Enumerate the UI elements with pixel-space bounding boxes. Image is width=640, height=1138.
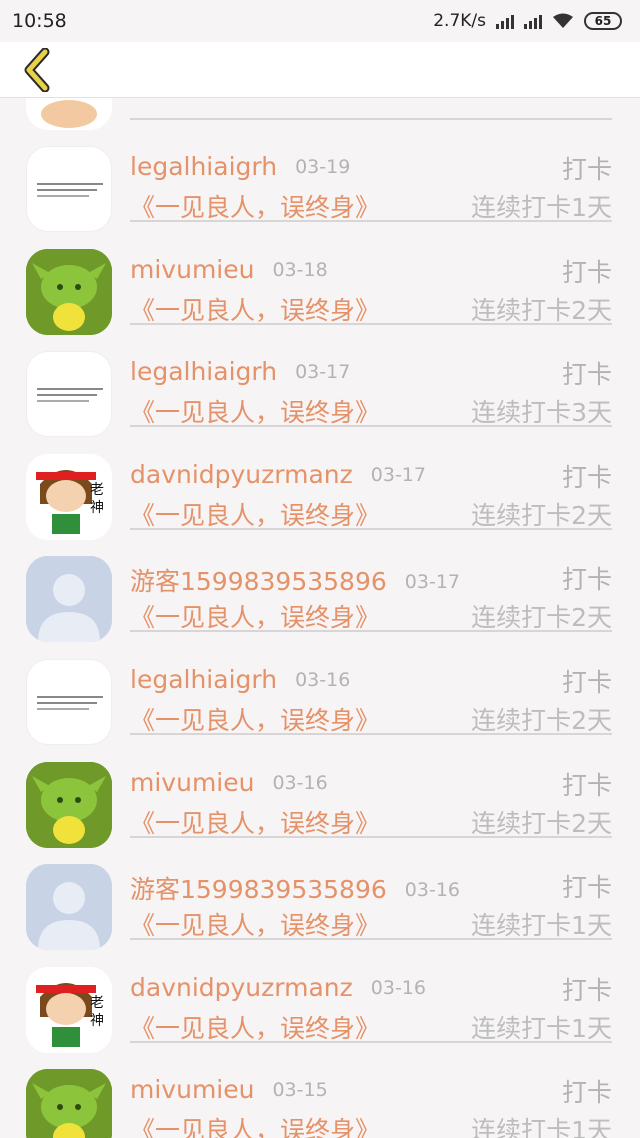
list-item[interactable]: mivumieu 03-15 打卡 《一见良人，误终身》 连续打卡1天 <box>0 1043 640 1138</box>
book-title[interactable]: 《一见良人，误终身》 <box>130 496 380 532</box>
list-item[interactable]: legalhiaigrh 03-16 打卡 《一见良人，误终身》 连续打卡2天 <box>0 633 640 745</box>
checkin-action-label: 打卡 <box>561 360 612 390</box>
checkin-date: 03-17 <box>370 463 426 486</box>
username[interactable]: davnidpyuzrmanz <box>130 973 353 1002</box>
checkin-date: 03-15 <box>272 1079 328 1102</box>
checkin-date: 03-19 <box>295 156 351 178</box>
list-item-content: 游客1599839535896 03-16 打卡 《一见良人，误终身》 连续打卡1… <box>130 854 612 942</box>
checkin-action-label: 打卡 <box>561 462 612 492</box>
streak-label: 连续打卡2天 <box>471 808 612 838</box>
checkin-action-label: 打卡 <box>561 975 612 1005</box>
status-time: 10:58 <box>12 10 67 32</box>
avatar[interactable] <box>26 248 112 335</box>
list-item[interactable]: 游客1599839535896 03-17 打卡 《一见良人，误终身》 连续打卡2… <box>0 530 640 643</box>
book-title[interactable]: 《一见良人，误终身》 <box>130 804 380 840</box>
svg-text:神: 神 <box>90 1013 104 1029</box>
list-item-content: davnidpyuzrmanz 03-17 打卡 《一见良人，误终身》 连续打卡2… <box>130 444 612 530</box>
streak-label: 连续打卡1天 <box>471 193 612 222</box>
list-item-content: legalhiaigrh 03-16 打卡 《一见良人，误终身》 连续打卡2天 <box>130 649 612 735</box>
battery-icon: 65 <box>584 12 622 30</box>
wifi-icon <box>552 13 574 29</box>
list-item-content: mivumieu 03-18 打卡 《一见良人，误终身》 连续打卡2天 <box>130 239 612 325</box>
username[interactable]: davnidpyuzrmanz <box>130 460 353 489</box>
book-title[interactable]: 《一见良人，误终身》 <box>130 188 380 224</box>
book-title[interactable]: 《一见良人，误终身》 <box>130 1009 380 1045</box>
checkin-date: 03-16 <box>404 879 460 902</box>
avatar[interactable] <box>26 761 112 848</box>
streak-label: 连续打卡1天 <box>471 911 612 941</box>
list-item-content: 游客1599839535896 03-17 打卡 《一见良人，误终身》 连续打卡2… <box>130 546 612 634</box>
username[interactable]: 游客1599839535896 <box>130 567 387 596</box>
list-item[interactable]: 游客1599839535896 03-16 打卡 《一见良人，误终身》 连续打卡1… <box>0 838 640 951</box>
streak-label: 连续打卡2天 <box>471 603 612 633</box>
checkin-date: 03-17 <box>404 571 460 594</box>
checkin-date: 03-16 <box>295 669 351 691</box>
username[interactable]: mivumieu <box>130 255 254 284</box>
streak-label: 连续打卡1天 <box>471 1013 612 1043</box>
list-item[interactable]: legalhiaigrh 03-19 打卡 《一见良人，误终身》 连续打卡1天 <box>0 120 640 232</box>
status-icons: 2.7K/s 65 <box>433 11 622 31</box>
streak-label: 连续打卡3天 <box>471 398 612 428</box>
username[interactable]: legalhiaigrh <box>130 357 277 386</box>
chevron-left-icon <box>24 48 50 92</box>
checkin-action-label: 打卡 <box>561 1078 612 1108</box>
avatar[interactable] <box>26 146 112 232</box>
streak-label: 连续打卡2天 <box>471 500 612 530</box>
avatar[interactable] <box>26 351 112 438</box>
checkin-date: 03-17 <box>295 361 351 384</box>
checkin-date: 03-16 <box>370 976 426 999</box>
streak-label: 连续打卡2天 <box>471 706 612 735</box>
list-item-content: legalhiaigrh 03-17 打卡 《一见良人，误终身》 连续打卡3天 <box>130 341 612 429</box>
list-item[interactable]: mivumieu 03-18 打卡 《一见良人，误终身》 连续打卡2天 <box>0 223 640 335</box>
list-item[interactable]: mivumieu 03-16 打卡 《一见良人，误终身》 连续打卡2天 <box>0 736 640 848</box>
username[interactable]: mivumieu <box>130 1075 254 1104</box>
list-item[interactable]: 老神 davnidpyuzrmanz 03-17 打卡 《一见良人，误终身》 连续… <box>0 428 640 540</box>
avatar[interactable]: 老神 <box>26 966 112 1053</box>
checkin-date: 03-18 <box>272 258 328 281</box>
checkin-action-label: 打卡 <box>561 873 612 903</box>
book-title[interactable]: 《一见良人，误终身》 <box>130 906 380 942</box>
back-button[interactable] <box>10 42 66 98</box>
svg-text:老: 老 <box>90 995 104 1011</box>
network-speed: 2.7K/s <box>433 11 486 31</box>
avatar[interactable] <box>26 659 112 745</box>
list-item-content: legalhiaigrh 03-19 打卡 《一见良人，误终身》 连续打卡1天 <box>130 136 612 222</box>
list-item-content: davnidpyuzrmanz 03-16 打卡 《一见良人，误终身》 连续打卡1… <box>130 957 612 1043</box>
checkin-action-label: 打卡 <box>561 155 612 184</box>
checkin-action-label: 打卡 <box>561 257 612 287</box>
book-title[interactable]: 《一见良人，误终身》 <box>130 701 380 737</box>
signal-icon <box>524 13 542 29</box>
username[interactable]: legalhiaigrh <box>130 665 277 694</box>
svg-text:神: 神 <box>90 500 104 516</box>
list-item[interactable] <box>0 98 640 130</box>
book-title[interactable]: 《一见良人，误终身》 <box>130 291 380 327</box>
username[interactable]: legalhiaigrh <box>130 152 277 181</box>
avatar[interactable] <box>26 864 112 951</box>
book-title[interactable]: 《一见良人，误终身》 <box>130 598 380 634</box>
username[interactable]: mivumieu <box>130 768 254 797</box>
checkin-date: 03-16 <box>272 771 328 794</box>
avatar[interactable] <box>26 556 112 643</box>
nav-bar <box>0 42 640 98</box>
checkin-action-label: 打卡 <box>561 770 612 800</box>
checkin-action-label: 打卡 <box>561 668 612 697</box>
status-bar: 10:58 2.7K/s 65 <box>0 0 640 42</box>
list-item-content: mivumieu 03-16 打卡 《一见良人，误终身》 连续打卡2天 <box>130 752 612 838</box>
checkin-list[interactable]: legalhiaigrh 03-19 打卡 《一见良人，误终身》 连续打卡1天 m… <box>0 98 640 1138</box>
list-item[interactable]: 老神 davnidpyuzrmanz 03-16 打卡 《一见良人，误终身》 连续… <box>0 941 640 1053</box>
list-item-content: mivumieu 03-15 打卡 《一见良人，误终身》 连续打卡1天 <box>130 1059 612 1138</box>
avatar[interactable] <box>26 1069 112 1138</box>
signal-icon <box>496 13 514 29</box>
streak-label: 连续打卡2天 <box>471 295 612 325</box>
book-title[interactable]: 《一见良人，误终身》 <box>130 393 380 429</box>
streak-label: 连续打卡1天 <box>471 1116 612 1138</box>
svg-text:老: 老 <box>90 482 104 498</box>
checkin-action-label: 打卡 <box>561 565 612 595</box>
username[interactable]: 游客1599839535896 <box>130 875 387 904</box>
book-title[interactable]: 《一见良人，误终身》 <box>130 1111 380 1138</box>
avatar[interactable]: 老神 <box>26 453 112 540</box>
list-item[interactable]: legalhiaigrh 03-17 打卡 《一见良人，误终身》 连续打卡3天 <box>0 325 640 438</box>
